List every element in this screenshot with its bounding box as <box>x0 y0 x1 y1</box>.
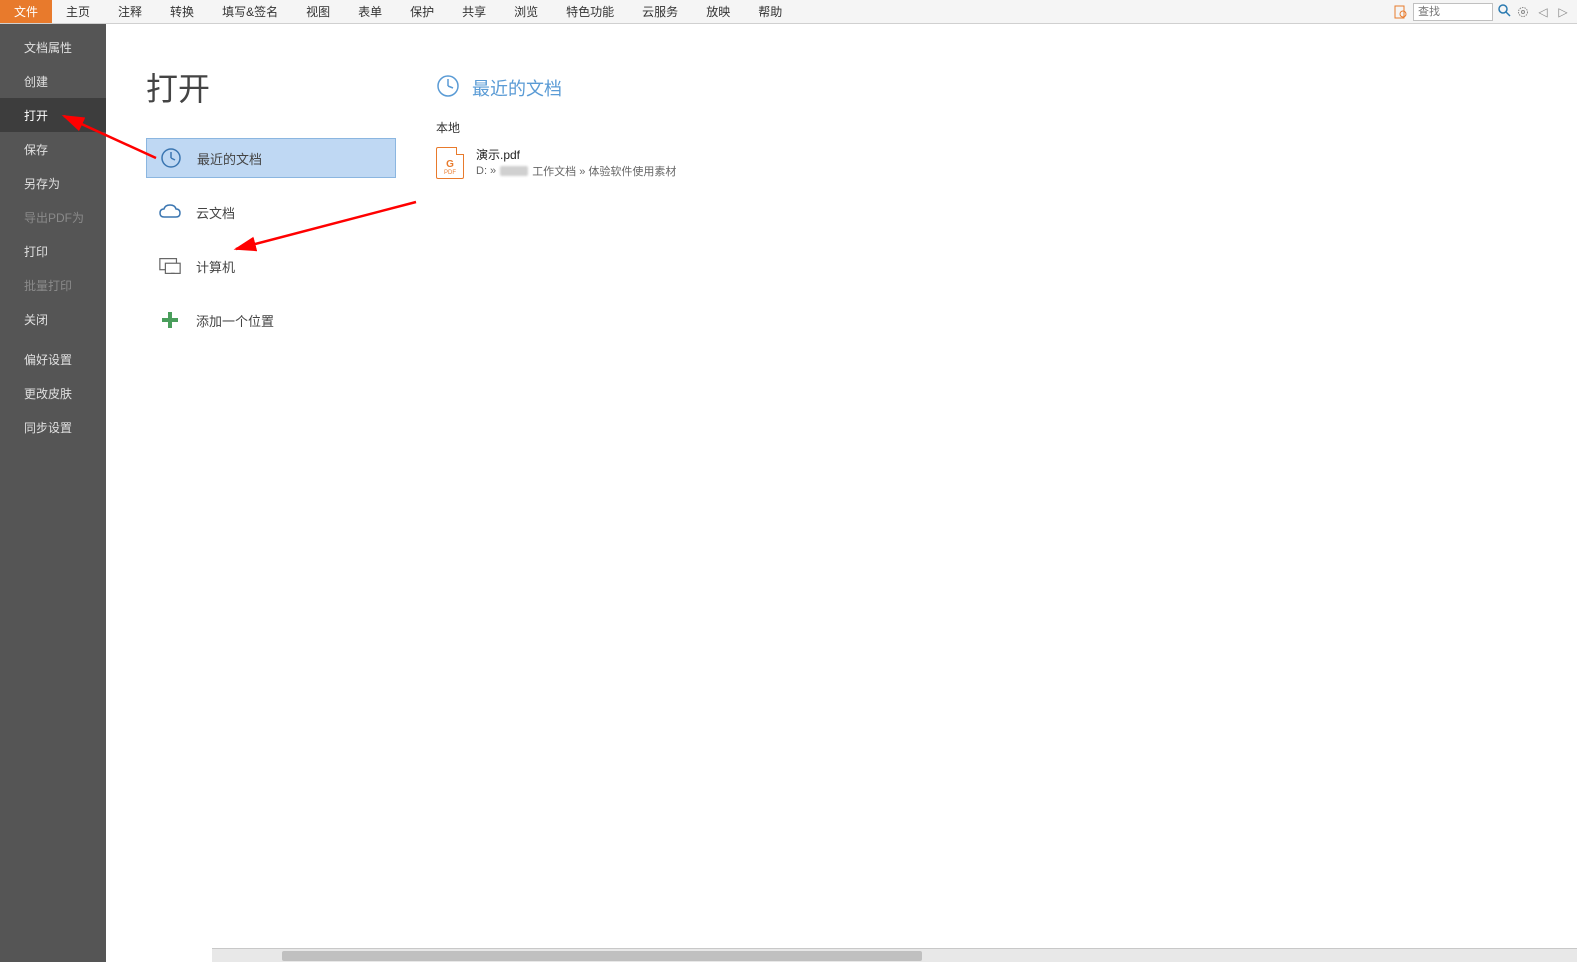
ribbon-tab-home[interactable]: 主页 <box>52 0 104 23</box>
sidebar-batch-print[interactable]: 批量打印 <box>0 268 106 302</box>
clock-icon <box>436 74 460 101</box>
plus-icon <box>158 308 182 332</box>
redacted-segment <box>500 166 528 176</box>
ribbon-tab-cloud[interactable]: 云服务 <box>628 0 692 23</box>
location-recent-docs[interactable]: 最近的文档 <box>146 138 396 178</box>
sidebar-preferences[interactable]: 偏好设置 <box>0 342 106 376</box>
location-label: 计算机 <box>196 257 235 276</box>
ribbon-tab-convert[interactable]: 转换 <box>156 0 208 23</box>
location-cloud-docs[interactable]: 云文档 <box>146 192 396 232</box>
sidebar-open[interactable]: 打开 <box>0 98 106 132</box>
file-name: 演示.pdf <box>476 146 676 163</box>
find-page-icon[interactable] <box>1393 4 1409 20</box>
ribbon-tab-share[interactable]: 共享 <box>448 0 500 23</box>
recent-header-label: 最近的文档 <box>472 75 562 101</box>
file-menu-sidebar: 文档属性 创建 打开 保存 另存为 导出PDF为 打印 批量打印 关闭 偏好设置… <box>0 24 106 962</box>
location-label: 添加一个位置 <box>196 311 274 330</box>
ribbon-tab-browse[interactable]: 浏览 <box>500 0 552 23</box>
ribbon-tab-slideshow[interactable]: 放映 <box>692 0 744 23</box>
sidebar-create[interactable]: 创建 <box>0 64 106 98</box>
settings-gear-icon[interactable] <box>1515 4 1531 20</box>
search-submit-icon[interactable] <box>1497 3 1511 20</box>
sidebar-print[interactable]: 打印 <box>0 234 106 268</box>
location-label: 最近的文档 <box>197 149 262 168</box>
sidebar-export-pdf[interactable]: 导出PDF为 <box>0 200 106 234</box>
ribbon-tab-file[interactable]: 文件 <box>0 0 52 23</box>
recent-header: 最近的文档 <box>436 74 1577 101</box>
file-path: D: » 工作文档 » 体验软件使用素材 <box>476 163 676 179</box>
ribbon-tab-features[interactable]: 特色功能 <box>552 0 628 23</box>
sidebar-doc-properties[interactable]: 文档属性 <box>0 30 106 64</box>
open-panel-title: 打开 <box>146 64 396 110</box>
location-label: 云文档 <box>196 203 235 222</box>
ribbon-tab-help[interactable]: 帮助 <box>744 0 796 23</box>
ribbon-tab-view[interactable]: 视图 <box>292 0 344 23</box>
sidebar-sync-settings[interactable]: 同步设置 <box>0 410 106 444</box>
open-panel: 打开 最近的文档 云文档 <box>106 24 1577 962</box>
location-add-place[interactable]: 添加一个位置 <box>146 300 396 340</box>
ribbon-tab-protect[interactable]: 保护 <box>396 0 448 23</box>
ribbon-bar: 文件 主页 注释 转换 填写&签名 视图 表单 保护 共享 浏览 特色功能 云服… <box>0 0 1577 24</box>
recent-file-item[interactable]: G PDF 演示.pdf D: » 工作文档 » 体验软件使用素材 <box>436 142 1577 183</box>
ribbon-tab-comment[interactable]: 注释 <box>104 0 156 23</box>
local-section-label: 本地 <box>436 119 1577 136</box>
cloud-icon <box>158 200 182 224</box>
scrollbar-thumb[interactable] <box>282 951 922 961</box>
ribbon-tab-form[interactable]: 表单 <box>344 0 396 23</box>
sidebar-change-skin[interactable]: 更改皮肤 <box>0 376 106 410</box>
location-computer[interactable]: 计算机 <box>146 246 396 286</box>
next-nav-icon[interactable]: ▷ <box>1555 4 1571 20</box>
clock-icon <box>159 146 183 170</box>
sidebar-save[interactable]: 保存 <box>0 132 106 166</box>
sidebar-save-as[interactable]: 另存为 <box>0 166 106 200</box>
sidebar-close[interactable]: 关闭 <box>0 302 106 336</box>
ribbon-tab-fill-sign[interactable]: 填写&签名 <box>208 0 292 23</box>
computer-icon <box>158 254 182 278</box>
horizontal-scrollbar[interactable] <box>212 948 1577 962</box>
search-input[interactable] <box>1413 3 1493 21</box>
pdf-file-icon: G PDF <box>436 147 464 179</box>
prev-nav-icon[interactable]: ◁ <box>1535 4 1551 20</box>
